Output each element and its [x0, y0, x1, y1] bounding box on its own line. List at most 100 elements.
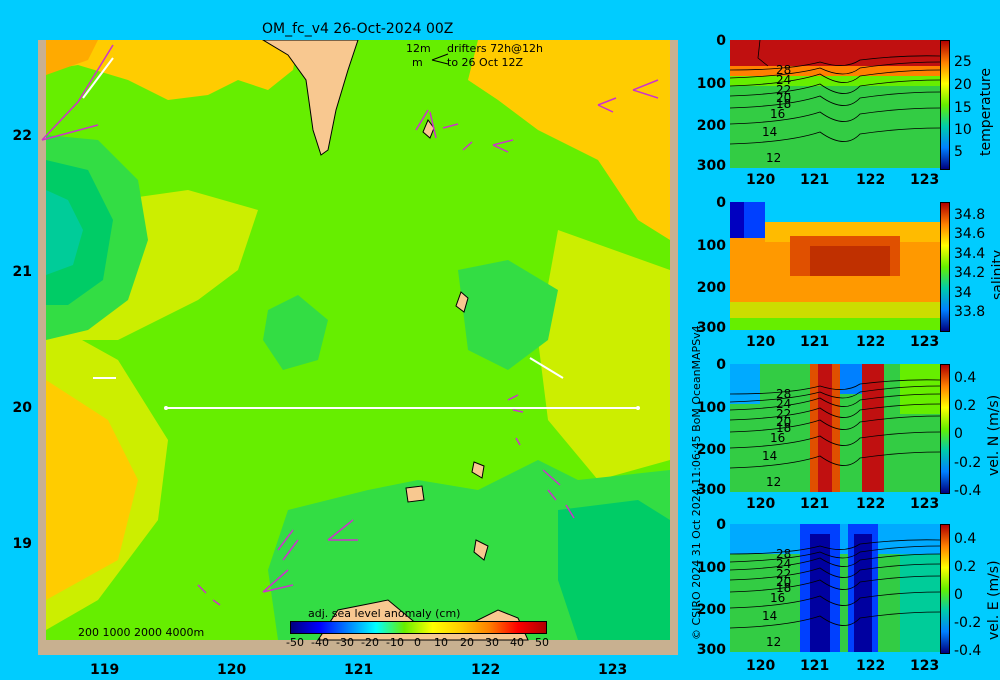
- cbar-tick: 10: [954, 122, 972, 138]
- cbar-tick: 0.2: [954, 559, 977, 575]
- lon-tick: 123: [910, 172, 940, 188]
- lon-tick: 120: [746, 658, 776, 674]
- cbar-tick: 0.4: [954, 370, 977, 386]
- temperature-colorbar: [940, 40, 950, 170]
- map-xtick: 122: [471, 662, 501, 678]
- temperature-label: temperature: [978, 68, 994, 156]
- colorbar-tick: 20: [460, 636, 474, 649]
- lon-tick: 120: [746, 172, 776, 188]
- depth-tick: 300: [696, 158, 726, 174]
- colorbar-tick: 30: [485, 636, 499, 649]
- cbar-tick: 34: [954, 285, 972, 301]
- lon-tick: 123: [910, 334, 940, 350]
- cbar-tick: 34.6: [954, 226, 986, 242]
- depth-tick: 100: [696, 400, 726, 416]
- depth-tick: 200: [696, 602, 726, 618]
- map-ytick: 21: [12, 264, 32, 280]
- lon-tick: 122: [856, 334, 886, 350]
- map-ytick: 20: [12, 400, 32, 416]
- contour-label: 16: [770, 591, 785, 605]
- contour-label: 12: [766, 475, 781, 489]
- map-title: OM_fc_v4 26-Oct-2024 00Z: [262, 21, 454, 37]
- map-xtick: 121: [344, 662, 374, 678]
- colorbar-tick: -50: [286, 636, 304, 649]
- lon-tick: 121: [800, 658, 830, 674]
- colorbar-tick: -10: [386, 636, 404, 649]
- salinity-colorbar: [940, 202, 950, 332]
- salinity-section-plot: [730, 202, 940, 330]
- cbar-tick: 20: [954, 77, 972, 93]
- sea-level-colorbar: [290, 621, 547, 634]
- cbar-tick: 15: [954, 100, 972, 116]
- contour-label: 16: [770, 431, 785, 445]
- lon-tick: 122: [856, 658, 886, 674]
- cbar-tick: 0.2: [954, 398, 977, 414]
- colorbar-ticks: -50 -40 -30 -20 -10 0 10 20 30 40 50: [286, 636, 550, 652]
- legend-scale-label: 12m: [406, 42, 431, 55]
- legend-scale-unit: m: [412, 56, 423, 69]
- lon-tick: 122: [856, 496, 886, 512]
- colorbar-tick: 40: [510, 636, 524, 649]
- legend-drifters-label: drifters 72h@12h: [447, 42, 544, 55]
- vel-n-colorbar: [940, 364, 950, 494]
- lon-tick: 121: [800, 496, 830, 512]
- map-xtick: 123: [598, 662, 628, 678]
- lon-tick: 120: [746, 496, 776, 512]
- cbar-tick: 0: [954, 426, 963, 442]
- transect-end-marker: [636, 406, 640, 410]
- map-xtick: 120: [217, 662, 247, 678]
- colorbar-tick: -30: [336, 636, 354, 649]
- lon-tick: 123: [910, 658, 940, 674]
- land-island-4: [405, 485, 425, 503]
- cbar-tick: -0.2: [954, 455, 982, 471]
- contour-label: 12: [766, 635, 781, 649]
- transect-start-marker: [164, 406, 168, 410]
- cbar-tick: 0.4: [954, 531, 977, 547]
- cbar-tick: 33.8: [954, 304, 986, 320]
- colorbar-tick: 10: [434, 636, 448, 649]
- contour-label: 14: [762, 609, 777, 623]
- sea-level-map: [38, 40, 678, 655]
- depth-tick: 0: [716, 195, 726, 211]
- cbar-tick: 34.8: [954, 207, 986, 223]
- depth-tick: 100: [696, 560, 726, 576]
- lon-tick: 120: [746, 334, 776, 350]
- contour-label: 12: [766, 151, 781, 165]
- depth-tick: 300: [696, 482, 726, 498]
- contour-label: 14: [762, 125, 777, 139]
- map-xtick: 119: [90, 662, 120, 678]
- sla-lower-region-se: [558, 500, 670, 640]
- vel-e-label: vel. E (m/s): [986, 560, 1000, 640]
- bathymetry-legend: 200 1000 2000 4000m: [78, 626, 205, 639]
- colorbar-title: adj. sea level anomaly (cm): [308, 607, 461, 620]
- depth-tick: 200: [696, 118, 726, 134]
- salinity-label: salinity: [990, 249, 1000, 300]
- legend-drifters-date: to 26 Oct 12Z: [447, 56, 524, 69]
- depth-tick: 100: [696, 76, 726, 92]
- cbar-tick: 0: [954, 587, 963, 603]
- vel-n-label: vel. N (m/s): [986, 394, 1000, 476]
- depth-tick: 300: [696, 642, 726, 658]
- cbar-tick: 34.4: [954, 246, 986, 262]
- depth-tick: 300: [696, 320, 726, 336]
- contour-label: 16: [770, 107, 785, 121]
- cbar-tick: -0.2: [954, 615, 982, 631]
- cbar-tick: 5: [954, 144, 963, 160]
- map-ytick: 19: [12, 536, 32, 552]
- colorbar-tick: -40: [311, 636, 329, 649]
- depth-tick: 0: [716, 517, 726, 533]
- colorbar-tick: 0: [414, 636, 421, 649]
- vel-e-colorbar: [940, 524, 950, 654]
- cbar-tick: 25: [954, 54, 972, 70]
- lon-tick: 122: [856, 172, 886, 188]
- depth-tick: 100: [696, 238, 726, 254]
- cbar-tick: 34.2: [954, 265, 986, 281]
- drifter-legend-icon: [431, 53, 449, 65]
- contour-label: 14: [762, 449, 777, 463]
- depth-tick: 0: [716, 357, 726, 373]
- colorbar-tick: 50: [535, 636, 549, 649]
- cbar-tick: -0.4: [954, 483, 982, 499]
- depth-tick: 0: [716, 33, 726, 49]
- temperature-section-plot: 28 24 22 20 18 16 14 12: [730, 40, 940, 168]
- vel-n-section-plot: 28 24 22 20 18 16 14 12: [730, 364, 940, 492]
